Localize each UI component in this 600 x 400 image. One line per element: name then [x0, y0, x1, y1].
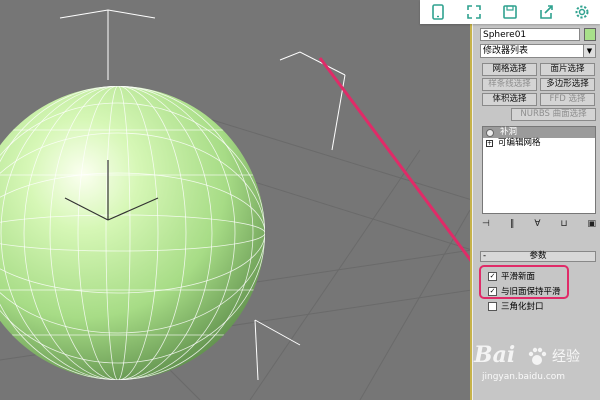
poly-select-button[interactable]: 多边形选择 — [540, 78, 595, 91]
stack-item-cap-holes[interactable]: 补洞 — [483, 127, 595, 138]
modifier-list-label: 修改器列表 — [483, 46, 529, 56]
sphere-object[interactable] — [0, 86, 280, 380]
perspective-viewport[interactable] — [0, 0, 472, 400]
gear-icon[interactable] — [574, 4, 590, 20]
object-color-swatch[interactable] — [584, 28, 596, 41]
watermark-url: jingyan.baidu.com — [482, 372, 566, 382]
triangulate-cap-checkbox[interactable]: 三角化封口 — [488, 300, 544, 312]
overlay-toolbar — [420, 0, 600, 24]
pin-stack-icon[interactable]: ⊣ — [482, 219, 490, 229]
patch-select-button[interactable]: 面片选择 — [540, 63, 595, 76]
baidu-jingyan-watermark: Bai 经验 jingyan.baidu.com — [468, 340, 596, 400]
share-icon[interactable] — [538, 4, 554, 20]
collapse-icon[interactable]: - — [483, 252, 486, 261]
vol-select-button[interactable]: 体积选择 — [482, 93, 537, 106]
make-unique-icon[interactable]: ∀ — [534, 219, 540, 229]
stack-item-label: 补洞 — [500, 127, 518, 137]
watermark-brand: Bai — [474, 342, 516, 368]
paw-icon — [528, 347, 547, 365]
parameters-rollout[interactable]: - 参数 — [480, 251, 596, 262]
expand-plus-icon[interactable]: + — [486, 140, 493, 147]
modifier-list-dropdown[interactable]: 修改器列表 ▼ — [480, 44, 596, 58]
checkbox-label: 三角化封口 — [501, 302, 544, 312]
viewport-canvas — [0, 0, 470, 400]
expand-icon[interactable] — [466, 4, 482, 20]
save-icon[interactable] — [502, 4, 518, 20]
lightbulb-icon[interactable] — [486, 128, 494, 137]
show-end-result-icon[interactable]: ‖ — [510, 219, 515, 229]
highlight-box — [479, 265, 569, 299]
object-name-field[interactable]: Sphere01 — [480, 28, 580, 41]
stack-item-label: 可编辑网格 — [498, 138, 541, 148]
watermark-brand-suffix: 经验 — [552, 349, 580, 365]
nurbs-surface-select-button[interactable]: NURBS 曲面选择 — [511, 108, 596, 121]
checkbox-unchecked-icon[interactable] — [488, 301, 497, 311]
remove-modifier-icon[interactable]: ⊔ — [560, 219, 567, 229]
configure-sets-icon[interactable]: ▣ — [587, 219, 596, 229]
rollout-title: 参数 — [529, 251, 547, 261]
mesh-select-button[interactable]: 网格选择 — [482, 63, 537, 76]
chevron-down-icon[interactable]: ▼ — [583, 45, 595, 57]
modifier-stack[interactable]: 补洞 + 可编辑网格 — [482, 126, 596, 214]
stack-item-editable-mesh[interactable]: + 可编辑网格 — [483, 138, 595, 149]
tablet-icon[interactable] — [430, 4, 446, 20]
stack-toolbar: ⊣ ‖ ∀ ⊔ ▣ — [482, 218, 596, 230]
spline-select-button[interactable]: 样条线选择 — [482, 78, 537, 91]
ffd-select-button[interactable]: FFD 选择 — [540, 93, 595, 106]
